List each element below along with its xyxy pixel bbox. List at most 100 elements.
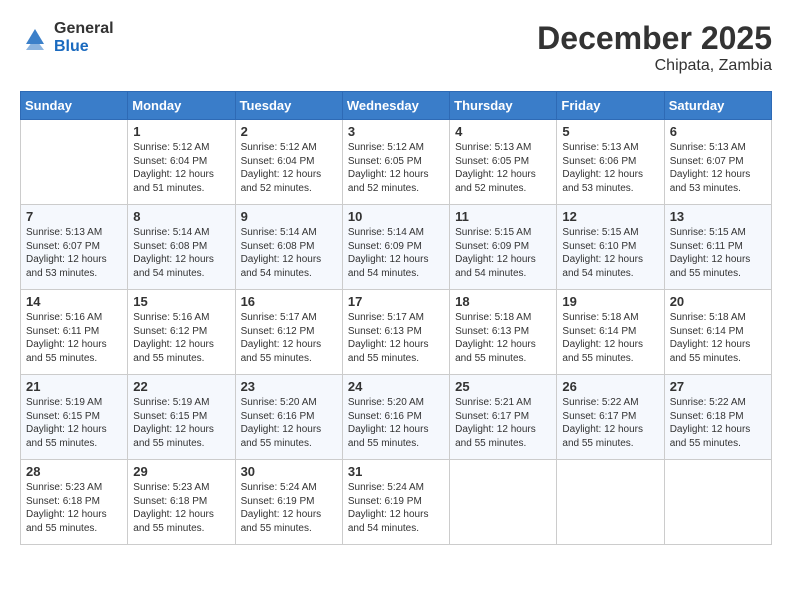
day-info: Sunrise: 5:19 AM Sunset: 6:15 PM Dayligh… xyxy=(26,396,122,450)
col-saturday: Saturday xyxy=(664,92,771,120)
sunrise: Sunrise: 5:20 AM xyxy=(241,397,317,408)
day-info: Sunrise: 5:12 AM Sunset: 6:04 PM Dayligh… xyxy=(133,141,229,195)
day-number: 15 xyxy=(133,294,229,309)
day-info: Sunrise: 5:20 AM Sunset: 6:16 PM Dayligh… xyxy=(241,396,337,450)
sunrise: Sunrise: 5:19 AM xyxy=(133,397,209,408)
logo: General Blue xyxy=(20,20,114,55)
calendar-cell: 22 Sunrise: 5:19 AM Sunset: 6:15 PM Dayl… xyxy=(128,375,235,460)
calendar-cell: 13 Sunrise: 5:15 AM Sunset: 6:11 PM Dayl… xyxy=(664,205,771,290)
sunrise: Sunrise: 5:14 AM xyxy=(133,227,209,238)
sunrise: Sunrise: 5:12 AM xyxy=(348,142,424,153)
calendar-cell: 2 Sunrise: 5:12 AM Sunset: 6:04 PM Dayli… xyxy=(235,120,342,205)
sunset: Sunset: 6:17 PM xyxy=(455,411,529,422)
sunrise: Sunrise: 5:12 AM xyxy=(241,142,317,153)
logo-general: General xyxy=(54,20,114,37)
calendar-cell: 18 Sunrise: 5:18 AM Sunset: 6:13 PM Dayl… xyxy=(450,290,557,375)
sunset: Sunset: 6:09 PM xyxy=(455,241,529,252)
sunrise: Sunrise: 5:17 AM xyxy=(348,312,424,323)
day-info: Sunrise: 5:12 AM Sunset: 6:05 PM Dayligh… xyxy=(348,141,444,195)
day-number: 6 xyxy=(670,124,766,139)
sunset: Sunset: 6:18 PM xyxy=(133,496,207,507)
daylight: Daylight: 12 hours and 55 minutes. xyxy=(348,339,429,364)
daylight: Daylight: 12 hours and 55 minutes. xyxy=(670,424,751,449)
day-number: 9 xyxy=(241,209,337,224)
sunset: Sunset: 6:13 PM xyxy=(455,326,529,337)
sunset: Sunset: 6:19 PM xyxy=(241,496,315,507)
daylight: Daylight: 12 hours and 55 minutes. xyxy=(562,424,643,449)
logo-text: General Blue xyxy=(54,20,114,55)
sunrise: Sunrise: 5:19 AM xyxy=(26,397,102,408)
calendar-cell: 11 Sunrise: 5:15 AM Sunset: 6:09 PM Dayl… xyxy=(450,205,557,290)
daylight: Daylight: 12 hours and 55 minutes. xyxy=(562,339,643,364)
day-info: Sunrise: 5:14 AM Sunset: 6:08 PM Dayligh… xyxy=(133,226,229,280)
sunrise: Sunrise: 5:22 AM xyxy=(562,397,638,408)
sunrise: Sunrise: 5:15 AM xyxy=(562,227,638,238)
calendar-cell: 10 Sunrise: 5:14 AM Sunset: 6:09 PM Dayl… xyxy=(342,205,449,290)
logo-icon xyxy=(20,23,50,53)
sunrise: Sunrise: 5:17 AM xyxy=(241,312,317,323)
daylight: Daylight: 12 hours and 53 minutes. xyxy=(26,254,107,279)
sunrise: Sunrise: 5:13 AM xyxy=(562,142,638,153)
calendar-cell: 21 Sunrise: 5:19 AM Sunset: 6:15 PM Dayl… xyxy=(21,375,128,460)
sunrise: Sunrise: 5:15 AM xyxy=(455,227,531,238)
col-tuesday: Tuesday xyxy=(235,92,342,120)
calendar-cell: 16 Sunrise: 5:17 AM Sunset: 6:12 PM Dayl… xyxy=(235,290,342,375)
calendar-cell: 24 Sunrise: 5:20 AM Sunset: 6:16 PM Dayl… xyxy=(342,375,449,460)
day-number: 26 xyxy=(562,379,658,394)
day-number: 10 xyxy=(348,209,444,224)
sunset: Sunset: 6:16 PM xyxy=(241,411,315,422)
day-info: Sunrise: 5:24 AM Sunset: 6:19 PM Dayligh… xyxy=(348,481,444,535)
calendar-week-3: 14 Sunrise: 5:16 AM Sunset: 6:11 PM Dayl… xyxy=(21,290,772,375)
day-number: 13 xyxy=(670,209,766,224)
page-header: General Blue December 2025 Chipata, Zamb… xyxy=(20,20,772,75)
calendar-cell: 12 Sunrise: 5:15 AM Sunset: 6:10 PM Dayl… xyxy=(557,205,664,290)
sunset: Sunset: 6:09 PM xyxy=(348,241,422,252)
sunset: Sunset: 6:14 PM xyxy=(670,326,744,337)
calendar-cell: 6 Sunrise: 5:13 AM Sunset: 6:07 PM Dayli… xyxy=(664,120,771,205)
sunrise: Sunrise: 5:21 AM xyxy=(455,397,531,408)
daylight: Daylight: 12 hours and 55 minutes. xyxy=(241,509,322,534)
month-year: December 2025 xyxy=(537,20,772,57)
calendar-cell xyxy=(450,460,557,545)
daylight: Daylight: 12 hours and 55 minutes. xyxy=(133,339,214,364)
daylight: Daylight: 12 hours and 53 minutes. xyxy=(670,169,751,194)
logo-blue: Blue xyxy=(54,38,89,55)
daylight: Daylight: 12 hours and 55 minutes. xyxy=(26,509,107,534)
day-info: Sunrise: 5:16 AM Sunset: 6:11 PM Dayligh… xyxy=(26,311,122,365)
calendar-cell: 17 Sunrise: 5:17 AM Sunset: 6:13 PM Dayl… xyxy=(342,290,449,375)
sunrise: Sunrise: 5:13 AM xyxy=(455,142,531,153)
day-info: Sunrise: 5:15 AM Sunset: 6:11 PM Dayligh… xyxy=(670,226,766,280)
day-number: 17 xyxy=(348,294,444,309)
sunset: Sunset: 6:11 PM xyxy=(26,326,99,337)
daylight: Daylight: 12 hours and 55 minutes. xyxy=(455,339,536,364)
day-number: 31 xyxy=(348,464,444,479)
calendar-cell: 26 Sunrise: 5:22 AM Sunset: 6:17 PM Dayl… xyxy=(557,375,664,460)
col-thursday: Thursday xyxy=(450,92,557,120)
sunset: Sunset: 6:15 PM xyxy=(26,411,100,422)
title-block: December 2025 Chipata, Zambia xyxy=(537,20,772,75)
sunset: Sunset: 6:12 PM xyxy=(241,326,315,337)
day-number: 1 xyxy=(133,124,229,139)
sunset: Sunset: 6:07 PM xyxy=(26,241,100,252)
sunset: Sunset: 6:08 PM xyxy=(133,241,207,252)
day-info: Sunrise: 5:22 AM Sunset: 6:18 PM Dayligh… xyxy=(670,396,766,450)
day-info: Sunrise: 5:17 AM Sunset: 6:13 PM Dayligh… xyxy=(348,311,444,365)
day-number: 5 xyxy=(562,124,658,139)
sunset: Sunset: 6:12 PM xyxy=(133,326,207,337)
daylight: Daylight: 12 hours and 54 minutes. xyxy=(133,254,214,279)
day-number: 2 xyxy=(241,124,337,139)
calendar-cell xyxy=(557,460,664,545)
sunset: Sunset: 6:19 PM xyxy=(348,496,422,507)
day-number: 21 xyxy=(26,379,122,394)
col-sunday: Sunday xyxy=(21,92,128,120)
day-info: Sunrise: 5:16 AM Sunset: 6:12 PM Dayligh… xyxy=(133,311,229,365)
sunrise: Sunrise: 5:20 AM xyxy=(348,397,424,408)
daylight: Daylight: 12 hours and 54 minutes. xyxy=(348,254,429,279)
sunset: Sunset: 6:16 PM xyxy=(348,411,422,422)
day-info: Sunrise: 5:18 AM Sunset: 6:14 PM Dayligh… xyxy=(670,311,766,365)
calendar-cell: 5 Sunrise: 5:13 AM Sunset: 6:06 PM Dayli… xyxy=(557,120,664,205)
calendar-header-row: Sunday Monday Tuesday Wednesday Thursday… xyxy=(21,92,772,120)
col-monday: Monday xyxy=(128,92,235,120)
day-info: Sunrise: 5:20 AM Sunset: 6:16 PM Dayligh… xyxy=(348,396,444,450)
col-friday: Friday xyxy=(557,92,664,120)
